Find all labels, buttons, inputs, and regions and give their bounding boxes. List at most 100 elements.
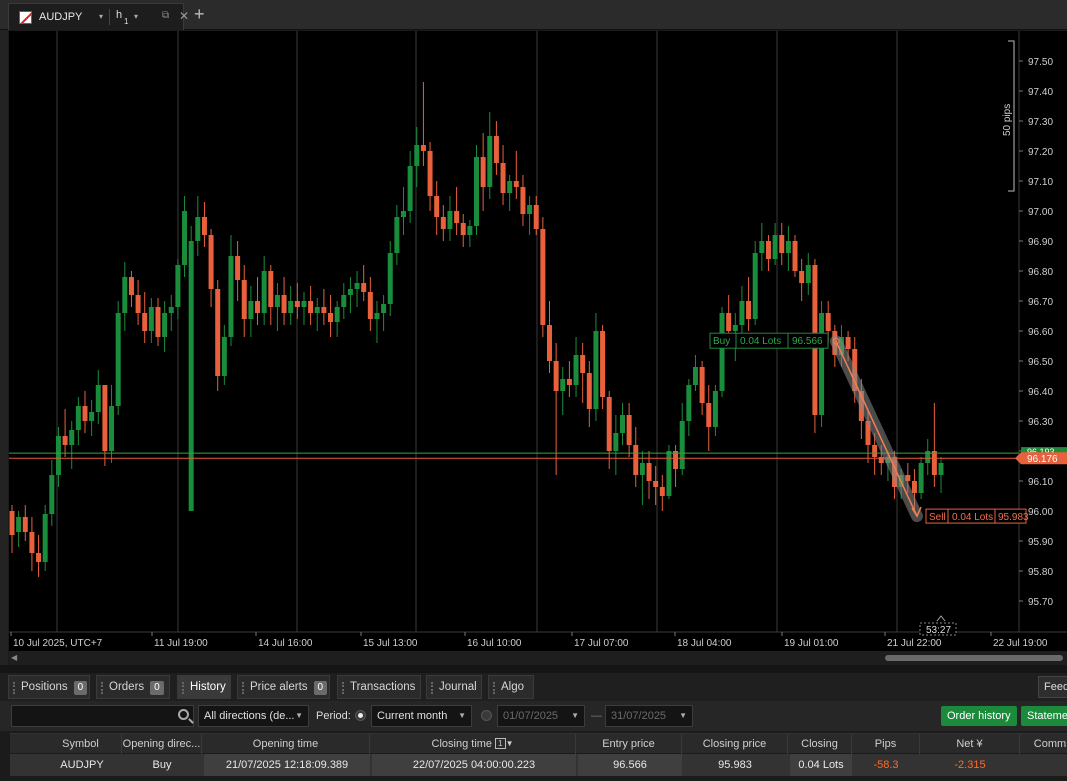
candle-body xyxy=(673,451,679,469)
tab-positions[interactable]: Positions 0 xyxy=(8,675,90,699)
col-pips[interactable]: Pips xyxy=(852,734,920,754)
price-label: 96.40 xyxy=(1028,387,1053,398)
tab-separator xyxy=(109,9,110,25)
direction-select[interactable]: All directions (de... ▼ xyxy=(198,705,309,727)
price-label: 97.30 xyxy=(1028,117,1053,128)
chart-canvas[interactable]: 97.50 97.40 97.30 97.20 97.10 97.00 96.90 96.80… xyxy=(9,31,1067,651)
col-symbol[interactable]: Symbol xyxy=(40,734,122,754)
price-label: 97.40 xyxy=(1028,87,1053,98)
buy-tag-lots: 0.04 Lots xyxy=(740,336,781,347)
chart-scrollbar[interactable]: ◀ xyxy=(9,651,1067,665)
candle-body xyxy=(314,307,320,313)
cell-symbol: AUDJPY xyxy=(60,759,104,771)
date-to-field[interactable]: 31/07/2025 ▼ xyxy=(605,705,693,727)
history-table-header: Symbol Opening direc... Opening time Clo… xyxy=(10,733,1067,770)
col-opening-time[interactable]: Opening time xyxy=(202,734,370,754)
tab-orders-label: Orders xyxy=(109,681,145,693)
candle-body xyxy=(334,307,340,322)
timeframe-label[interactable]: h xyxy=(116,9,122,21)
tab-orders[interactable]: Orders 0 xyxy=(96,675,170,699)
cell-opening-time: 21/07/2025 12:18:09.389 xyxy=(204,754,370,776)
cell-direction: Buy xyxy=(152,759,172,771)
candle-body xyxy=(918,463,924,493)
tab-history[interactable]: History xyxy=(177,675,231,699)
candle-body xyxy=(686,385,692,421)
col-closing-price[interactable]: Closing price xyxy=(682,734,788,754)
tab-price-alerts[interactable]: Price alerts 0 xyxy=(237,675,330,699)
candle-body xyxy=(49,475,55,514)
candle-body xyxy=(89,412,95,421)
chevron-down-icon: ▼ xyxy=(458,711,466,720)
candle-body xyxy=(480,157,486,187)
candle-body xyxy=(633,445,639,475)
scrollbar-thumb[interactable] xyxy=(885,655,1063,661)
candle-body xyxy=(387,253,393,304)
col-closing-quantity[interactable]: Closing Qu... xyxy=(788,734,852,770)
candle-body xyxy=(600,331,606,397)
candle-body xyxy=(75,406,81,430)
candle-body xyxy=(155,307,161,337)
candle-body xyxy=(646,463,652,481)
price-chart[interactable]: 97.50 97.40 97.30 97.20 97.10 97.00 96.90 96.80… xyxy=(9,31,1067,651)
price-label: 96.80 xyxy=(1028,267,1053,278)
symbol-dropdown-icon[interactable]: ▾ xyxy=(99,12,103,21)
price-label: 97.10 xyxy=(1028,177,1053,188)
col-net[interactable]: Net ¥ xyxy=(920,734,1020,754)
candle-body xyxy=(799,271,805,283)
col-opening-direction[interactable]: Opening direc... xyxy=(122,734,202,754)
col-closing-time[interactable]: Closing time 1 ▼ xyxy=(370,734,576,754)
candle-body xyxy=(533,205,539,229)
popout-icon[interactable]: ⧉ xyxy=(162,10,169,21)
period-current-radio[interactable] xyxy=(355,710,366,721)
panel-splitter[interactable] xyxy=(0,665,1067,673)
candle-body xyxy=(626,415,632,445)
scroll-left-icon[interactable]: ◀ xyxy=(11,653,17,662)
candle-body xyxy=(653,481,659,487)
close-tab-icon[interactable]: ✕ xyxy=(179,9,189,23)
candle-body xyxy=(513,181,519,187)
order-history-button[interactable]: Order history xyxy=(941,706,1017,726)
candle-body xyxy=(520,187,526,214)
cell-entry-price: 96.566 xyxy=(578,754,682,776)
tab-transactions[interactable]: Transactions xyxy=(337,675,421,699)
candle-body xyxy=(434,196,440,217)
candle-body xyxy=(341,295,347,307)
trade-line xyxy=(835,340,918,517)
timeframe-dropdown-icon[interactable]: ▾ xyxy=(134,12,138,21)
date-from-field[interactable]: 01/07/2025 ▼ xyxy=(497,705,585,727)
col-entry-price[interactable]: Entry price xyxy=(576,734,682,754)
candle-body xyxy=(507,181,513,193)
tab-price-alerts-label: Price alerts xyxy=(250,681,308,693)
feedback-button[interactable]: Feed xyxy=(1038,676,1067,698)
period-custom-radio[interactable] xyxy=(481,710,492,721)
buy-tag-price: 96.566 xyxy=(792,336,823,347)
candle-body xyxy=(16,517,22,532)
cell-net: -2.315 xyxy=(954,759,986,771)
col-commission[interactable]: Comm xyxy=(1020,734,1067,754)
time-label: 18 Jul 04:00 xyxy=(677,638,732,649)
symbol-name: AUDJPY xyxy=(39,11,83,23)
add-tab-icon[interactable]: + xyxy=(194,4,205,25)
candle-body xyxy=(553,361,559,391)
candle-body xyxy=(414,145,420,166)
period-select[interactable]: Current month ▼ xyxy=(371,705,472,727)
search-input[interactable] xyxy=(11,705,194,727)
statement-button[interactable]: Stateme xyxy=(1021,706,1067,726)
cell-closing-quantity: 0.04 Lots xyxy=(790,754,852,776)
candle-body xyxy=(162,313,168,337)
buy-trade-tag: Buy 0.04 Lots 96.566 xyxy=(709,332,829,349)
symbol-tab-audjpy[interactable]: AUDJPY ▾ h 1 ▾ ⧉ ✕ xyxy=(8,3,189,30)
buy-tag-side: Buy xyxy=(713,336,730,347)
chevron-down-icon: ▼ xyxy=(295,711,303,720)
table-row[interactable]: AUDJPY Buy 21/07/2025 12:18:09.389 22/07… xyxy=(10,754,1067,776)
time-label: 17 Jul 07:00 xyxy=(574,638,629,649)
sell-tag-lots: 0.04 Lots xyxy=(952,512,993,523)
candle-body xyxy=(367,292,373,319)
candle-body xyxy=(128,277,134,295)
tab-bar: AUDJPY ▾ h 1 ▾ ⧉ ✕ + xyxy=(0,0,1067,30)
tab-algo[interactable]: Algo xyxy=(488,675,534,699)
countdown-pointer xyxy=(936,615,946,622)
tab-journal[interactable]: Journal xyxy=(426,675,482,699)
candle-body xyxy=(560,379,566,391)
sell-tag-side: Sell xyxy=(929,512,946,523)
